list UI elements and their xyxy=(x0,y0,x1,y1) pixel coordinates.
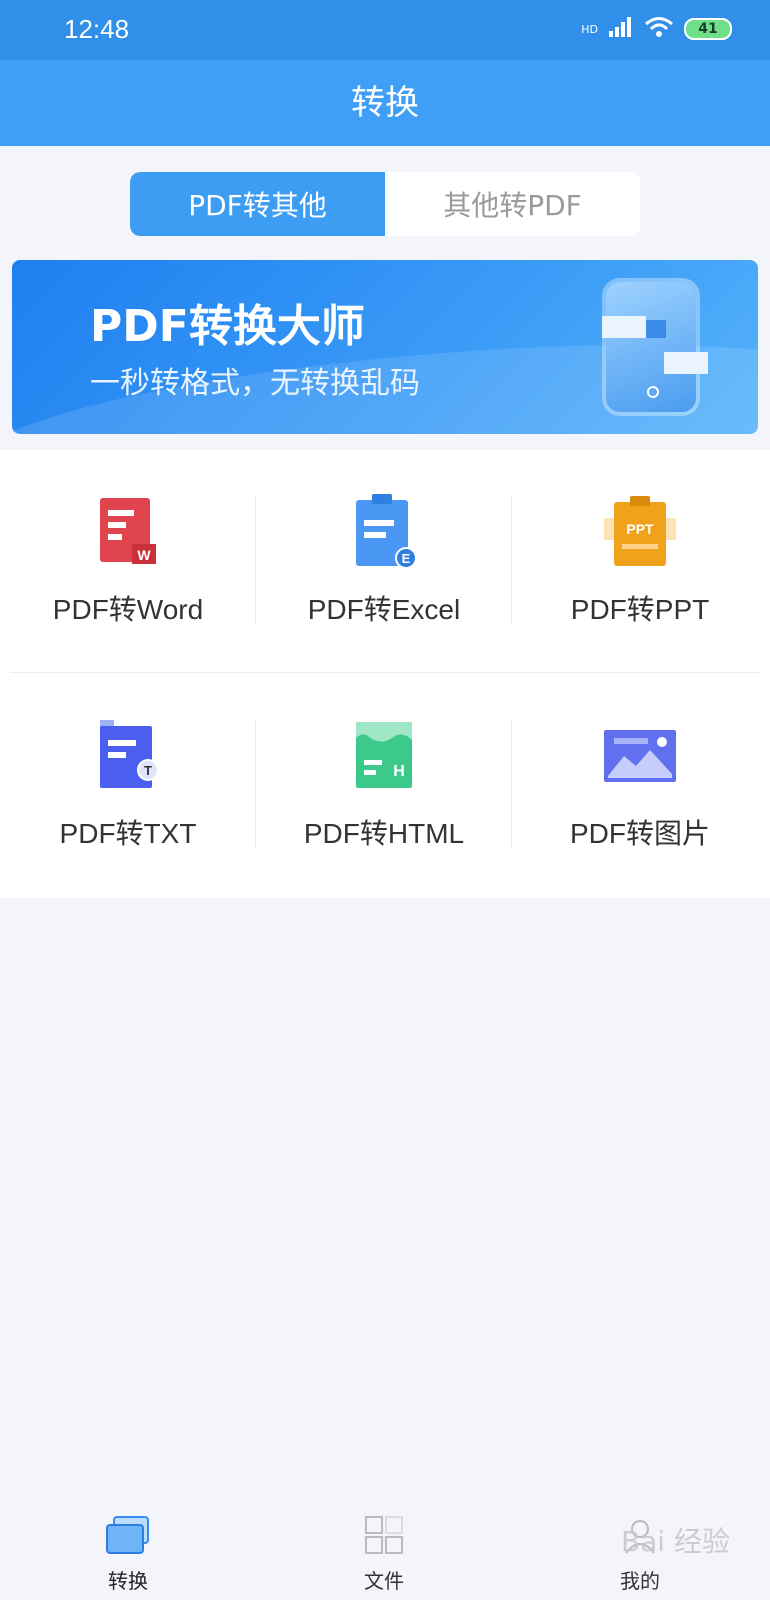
watermark: Bai 经验 xyxy=(620,1525,730,1558)
txt-doc-icon: T xyxy=(88,716,168,796)
image-icon xyxy=(600,716,680,796)
html-doc-icon: H xyxy=(344,716,424,796)
word-doc-icon: W xyxy=(88,492,168,572)
app-header: 转换 xyxy=(0,60,770,146)
nav-label: 转换 xyxy=(108,1569,148,1593)
status-icons: HD 41 xyxy=(581,16,732,42)
tool-pdf-to-word[interactable]: W PDF转Word xyxy=(0,450,256,670)
tool-label: PDF转Word xyxy=(52,594,204,625)
tool-label: PDF转HTML xyxy=(303,818,465,849)
status-bar: 12:48 HD 41 xyxy=(0,0,770,60)
tool-label: PDF转TXT xyxy=(59,818,197,849)
banner-subtitle: 一秒转格式，无转换乱码 xyxy=(90,366,420,401)
battery-icon: 41 xyxy=(684,18,732,40)
tool-label: PDF转图片 xyxy=(569,818,710,849)
nav-label: 我的 xyxy=(620,1569,660,1593)
signal-icon xyxy=(608,16,634,42)
phone-illustration-icon xyxy=(606,282,696,412)
tool-pdf-to-ppt[interactable]: PPT PDF转PPT xyxy=(512,450,768,670)
wifi-icon xyxy=(644,16,674,42)
grid-files-icon xyxy=(364,1515,404,1559)
tool-pdf-to-excel[interactable]: E PDF转Excel xyxy=(256,450,512,670)
nav-label: 文件 xyxy=(364,1569,404,1593)
battery-level: 41 xyxy=(698,21,718,37)
ppt-clipboard-icon: PPT xyxy=(600,492,680,572)
mode-toggle: PDF转其他 其他转PDF xyxy=(130,172,640,236)
tool-pdf-to-image[interactable]: PDF转图片 xyxy=(512,674,768,894)
tool-pdf-to-txt[interactable]: T PDF转TXT xyxy=(0,674,256,894)
excel-clipboard-icon: E xyxy=(344,492,424,572)
hd-indicator: HD xyxy=(581,22,598,36)
svg-text:T: T xyxy=(144,763,152,778)
banner-decoration xyxy=(602,316,646,338)
row-divider xyxy=(10,672,760,673)
svg-text:E: E xyxy=(402,551,411,566)
tool-label: PDF转Excel xyxy=(307,594,461,625)
tab-other-to-pdf[interactable]: 其他转PDF xyxy=(385,172,640,236)
tool-row: T PDF转TXT H PDF转HTML PDF转图片 xyxy=(0,674,770,894)
status-time: 12:48 xyxy=(64,14,130,44)
promo-banner[interactable]: PDF转换大师 一秒转格式，无转换乱码 xyxy=(12,260,758,434)
nav-convert[interactable]: 转换 xyxy=(0,1500,256,1600)
nav-files[interactable]: 文件 xyxy=(256,1500,512,1600)
convert-folder-icon xyxy=(104,1515,152,1559)
svg-text:W: W xyxy=(137,547,151,563)
banner-title: PDF转换大师 xyxy=(90,301,365,352)
page-title: 转换 xyxy=(351,83,419,123)
tool-pdf-to-html[interactable]: H PDF转HTML xyxy=(256,674,512,894)
svg-text:H: H xyxy=(393,763,405,780)
tool-grid: W PDF转Word E PDF转Excel PPT PDF转PPT T PDF… xyxy=(0,450,770,898)
tool-row: W PDF转Word E PDF转Excel PPT PDF转PPT xyxy=(0,450,770,670)
tool-label: PDF转PPT xyxy=(570,594,710,625)
banner-decoration xyxy=(664,352,708,374)
svg-text:PPT: PPT xyxy=(626,521,654,537)
tab-pdf-to-other[interactable]: PDF转其他 xyxy=(130,172,385,236)
